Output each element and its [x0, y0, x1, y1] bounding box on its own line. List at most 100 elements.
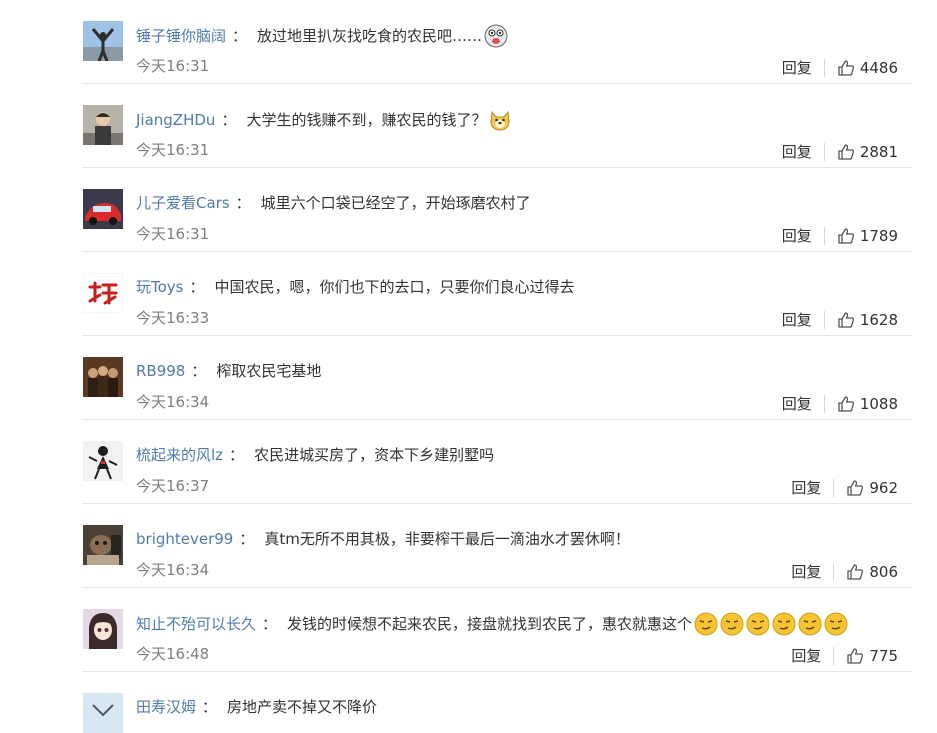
comment-time: 今天16:34 — [136, 561, 210, 579]
username-link[interactable]: 田寿汉姆 — [136, 696, 196, 718]
comment-item: RB998 ： 榨取农民宅基地 今天16:34 回复 1088 — [82, 336, 912, 420]
separator: ： — [239, 530, 255, 548]
comment-list: 锤子锤你脑阔 ： 放过地里扒灰找吃食的农民吧…… 今天16:31 回复 4486… — [82, 0, 912, 733]
smirk-emoji-icon — [772, 612, 796, 636]
tongue-emoji-icon — [484, 24, 508, 48]
like-count: 4486 — [859, 59, 898, 77]
comment-actions: 回复 1628 — [782, 311, 898, 329]
avatar[interactable] — [83, 357, 123, 397]
comment-body: 锤子锤你脑阔 ： 放过地里扒灰找吃食的农民吧…… — [136, 24, 508, 48]
username-link[interactable]: 儿子爱看Cars — [136, 192, 230, 214]
avatar[interactable] — [83, 693, 123, 733]
reply-button[interactable]: 回复 — [791, 647, 835, 665]
comment-actions: 回复 806 — [791, 563, 898, 581]
like-count: 1628 — [859, 311, 898, 329]
smirk-emoji-icon — [694, 612, 718, 636]
separator: ： — [221, 111, 237, 129]
comment-time: 今天16:33 — [136, 309, 210, 327]
avatar[interactable] — [83, 273, 123, 313]
smirk-emoji-icon — [798, 612, 822, 636]
thumbs-up-icon — [838, 144, 854, 160]
reply-button[interactable]: 回复 — [782, 227, 825, 245]
comment-item: 锤子锤你脑阔 ： 放过地里扒灰找吃食的农民吧…… 今天16:31 回复 4486 — [82, 0, 912, 84]
comment-text: 中国农民，嗯，你们也下的去口，只要你们良心过得去 — [214, 278, 575, 296]
separator: ： — [262, 615, 278, 633]
comment-text: 农民进城买房了，资本下乡建别墅吗 — [254, 446, 495, 464]
comment-time: 今天16:34 — [136, 393, 210, 411]
reply-button[interactable]: 回复 — [782, 311, 825, 329]
comment-time: 今天16:48 — [136, 645, 210, 663]
separator: ： — [232, 27, 248, 45]
comment-text: 城里六个口袋已经空了，开始琢磨农村了 — [260, 194, 531, 212]
avatar[interactable] — [83, 105, 123, 145]
separator: ： — [235, 194, 251, 212]
comment-actions: 回复 962 — [791, 479, 898, 497]
like-button[interactable]: 2881 — [837, 143, 898, 161]
avatar[interactable] — [83, 441, 123, 481]
comment-actions: 回复 2881 — [782, 143, 898, 161]
like-button[interactable]: 806 — [846, 563, 898, 581]
like-button[interactable]: 1789 — [837, 227, 898, 245]
comment-time: 今天16:31 — [136, 225, 210, 243]
separator: ： — [189, 278, 205, 296]
comment-item: 田寿汉姆 ： 房地产卖不掉又不降价 — [82, 672, 912, 733]
comment-time: 今天16:31 — [136, 57, 210, 75]
like-count: 1789 — [859, 227, 898, 245]
like-count: 806 — [869, 563, 898, 581]
reply-button[interactable]: 回复 — [782, 59, 825, 77]
like-button[interactable]: 4486 — [837, 59, 898, 77]
comment-actions: 回复 775 — [791, 647, 898, 665]
smirk-emoji-icon — [824, 612, 848, 636]
comment-body: 玩Toys ： 中国农民，嗯，你们也下的去口，只要你们良心过得去 — [136, 276, 575, 298]
username-link[interactable]: RB998 — [136, 360, 185, 382]
like-button[interactable]: 775 — [846, 647, 898, 665]
username-link[interactable]: 知止不殆可以长久 — [136, 613, 256, 635]
like-count: 2881 — [859, 143, 898, 161]
comment-body: 田寿汉姆 ： 房地产卖不掉又不降价 — [136, 696, 377, 718]
like-count: 1088 — [859, 395, 898, 413]
username-link[interactable]: 锤子锤你脑阔 — [136, 25, 226, 47]
like-button[interactable]: 1628 — [837, 311, 898, 329]
smirk-emoji-icon — [746, 612, 770, 636]
smirk-emoji-icon — [720, 612, 744, 636]
avatar[interactable] — [83, 609, 123, 649]
separator: ： — [202, 698, 218, 716]
comment-text: 房地产卖不掉又不降价 — [227, 698, 378, 716]
comment-body: 梳起来的风lz ： 农民进城买房了，资本下乡建别墅吗 — [136, 444, 494, 466]
thumbs-up-icon — [838, 228, 854, 244]
thumbs-up-icon — [847, 564, 864, 580]
dog-emoji-icon — [488, 108, 512, 132]
like-button[interactable]: 1088 — [837, 395, 898, 413]
username-link[interactable]: 玩Toys — [136, 276, 183, 298]
reply-button[interactable]: 回复 — [791, 479, 835, 497]
reply-button[interactable]: 回复 — [791, 563, 835, 581]
comment-body: RB998 ： 榨取农民宅基地 — [136, 360, 321, 382]
username-link[interactable]: JiangZHDu — [136, 109, 215, 131]
comment-item: 知止不殆可以长久 ： 发钱的时候想不起来农民，接盘就找到农民了，惠农就惠这个 今… — [82, 588, 912, 672]
reply-button[interactable]: 回复 — [782, 395, 825, 413]
comment-item: brightever99 ： 真tm无所不用其极，非要榨干最后一滴油水才罢休啊！… — [82, 504, 912, 588]
comment-item: 玩Toys ： 中国农民，嗯，你们也下的去口，只要你们良心过得去 今天16:33… — [82, 252, 912, 336]
comment-time: 今天16:31 — [136, 141, 210, 159]
separator: ： — [229, 446, 245, 464]
username-link[interactable]: 梳起来的风lz — [136, 444, 223, 466]
avatar[interactable] — [83, 525, 123, 565]
like-button[interactable]: 962 — [846, 479, 898, 497]
avatar[interactable] — [83, 21, 123, 61]
comment-item: 儿子爱看Cars ： 城里六个口袋已经空了，开始琢磨农村了 今天16:31 回复… — [82, 168, 912, 252]
reply-button[interactable]: 回复 — [782, 143, 825, 161]
like-count: 775 — [869, 647, 898, 665]
separator: ： — [191, 362, 207, 380]
username-link[interactable]: brightever99 — [136, 528, 233, 550]
comment-text: 榨取农民宅基地 — [216, 362, 322, 380]
comment-actions: 回复 1088 — [782, 395, 898, 413]
comment-item: 梳起来的风lz ： 农民进城买房了，资本下乡建别墅吗 今天16:37 回复 96… — [82, 420, 912, 504]
comment-body: 儿子爱看Cars ： 城里六个口袋已经空了，开始琢磨农村了 — [136, 192, 531, 214]
comment-time: 今天16:37 — [136, 477, 210, 495]
avatar[interactable] — [83, 189, 123, 229]
thumbs-up-icon — [847, 648, 864, 664]
comment-body: 知止不殆可以长久 ： 发钱的时候想不起来农民，接盘就找到农民了，惠农就惠这个 — [136, 612, 848, 636]
comment-body: brightever99 ： 真tm无所不用其极，非要榨干最后一滴油水才罢休啊！ — [136, 528, 630, 550]
comment-actions: 回复 4486 — [782, 59, 898, 77]
comment-actions: 回复 1789 — [782, 227, 898, 245]
